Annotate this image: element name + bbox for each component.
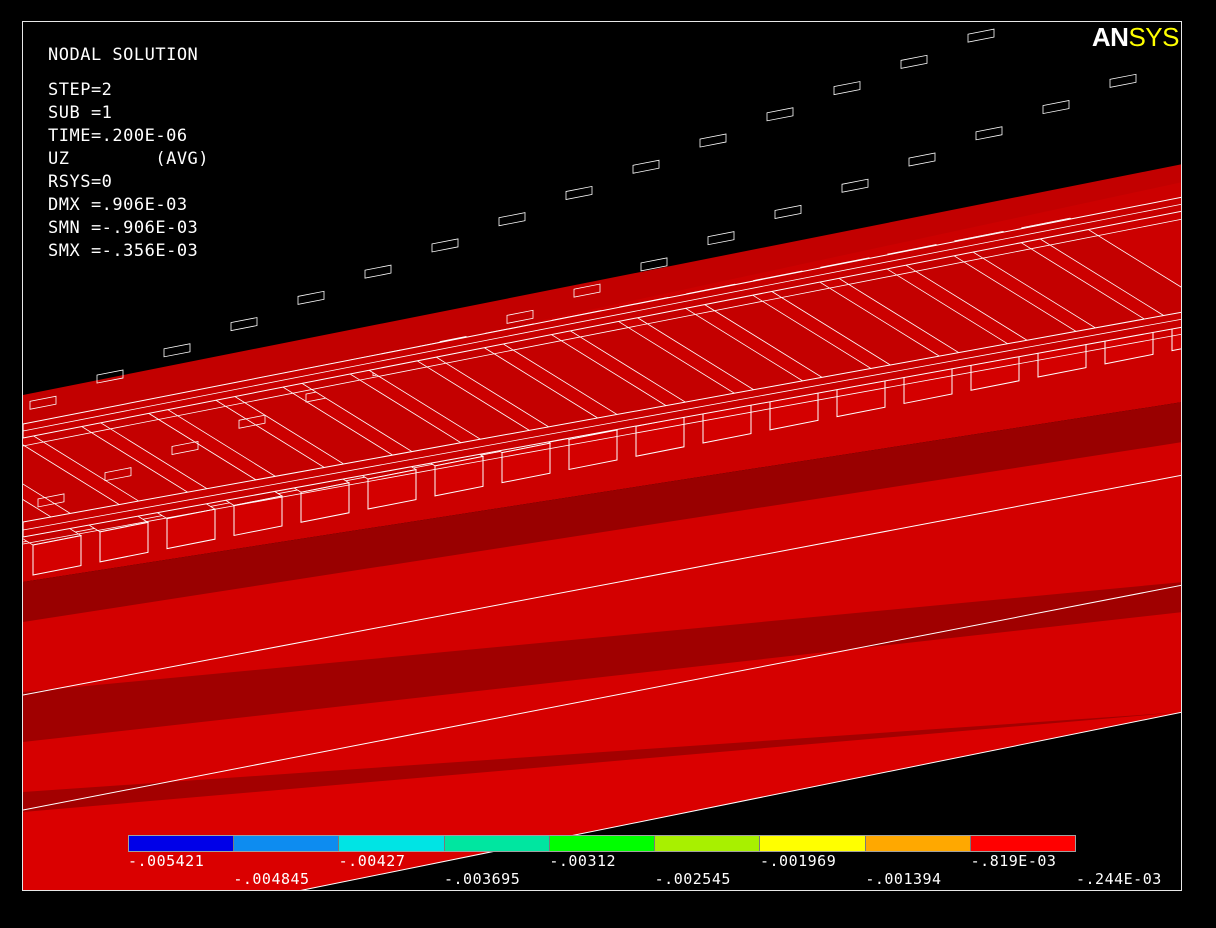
legend-label-upper: -.819E-03 [970,852,1057,870]
fastener-plate [766,107,794,122]
fastener-plate [431,238,459,253]
info-line: SUB =1 [48,103,113,123]
solution-info: STEP=2 SUB =1 TIME=.200E-06 UZ (AVG) RSYS=0 D… [48,79,209,263]
legend-label-lower: -.001394 [865,870,942,888]
contour-legend-bar [128,835,1076,852]
fastener-plate [163,343,191,358]
fastener-plate [707,231,735,246]
fastener-plate [975,126,1003,141]
legend-swatch [760,836,866,851]
fastener-plate [297,290,325,305]
fastener-plate [841,178,869,193]
info-line: TIME=.200E-06 [48,126,188,146]
info-line: SMX =-.356E-03 [48,241,199,261]
info-line: STEP=2 [48,80,113,100]
plot-title: NODAL SOLUTION [48,45,199,65]
legend-swatch [549,836,656,851]
legend-swatch [234,836,340,851]
legend-label-lower: -.002545 [654,870,731,888]
legend-swatch [444,836,550,851]
info-line: RSYS=0 [48,172,113,192]
fastener-plate [1042,100,1070,115]
legend-swatch [339,836,445,851]
fastener-plate [565,185,593,200]
fastener-plate [833,81,861,96]
legend-swatch [865,836,971,851]
legend-label-upper: -.00312 [549,852,617,870]
fastener-plate [900,54,928,69]
fastener-plate [230,317,258,332]
legend-swatch [129,836,235,851]
info-line: UZ (AVG) [48,149,210,169]
legend-swatch [655,836,761,851]
legend-label-lower: -.244E-03 [1076,870,1162,888]
info-line: DMX =.906E-03 [48,195,188,215]
fastener-plate [1109,73,1137,88]
legend-label-upper: -.005421 [128,852,205,870]
fastener-plate [967,28,995,43]
ansys-logo: ANSYS [1091,22,1180,52]
fastener-plate [632,159,660,174]
legend-label-lower: -.003695 [444,870,521,888]
fastener-plate [774,204,802,219]
fastener-plate [699,133,727,148]
fastener-plate [364,264,392,279]
fastener-plate [498,212,526,227]
fastener-plate [908,152,936,167]
legend-label-lower: -.004845 [233,870,310,888]
graphics-viewport[interactable]: NODAL SOLUTION STEP=2 SUB =1 TIME=.200E-06… [22,21,1182,891]
legend-label-upper: -.001969 [760,852,837,870]
legend-swatch [970,836,1075,851]
info-line: SMN =-.906E-03 [48,218,199,238]
legend-label-upper: -.00427 [338,852,406,870]
